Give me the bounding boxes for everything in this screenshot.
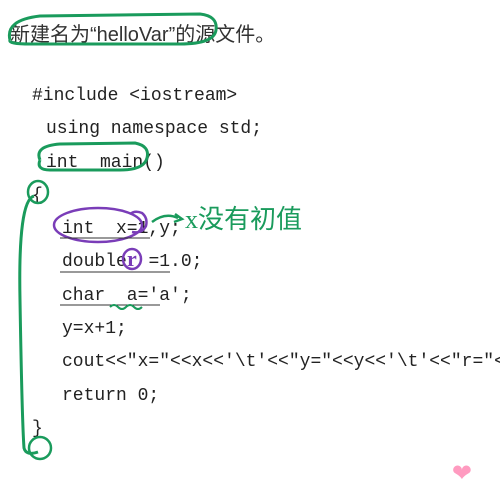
code-6a: double: [62, 252, 138, 272]
code-line-2: using namespace std;: [32, 113, 500, 146]
code-block: #include <iostream> using namespace std;…: [32, 80, 500, 446]
code-line-10: return 0;: [32, 380, 500, 413]
code-5a: int x=1: [62, 219, 148, 239]
code-line-5: int x=1,y;: [32, 213, 500, 246]
heart-icon: ❤: [452, 459, 472, 488]
code-line-4: {: [32, 180, 500, 213]
code-line-6: double =1.0;: [32, 246, 500, 279]
code-line-11: }: [32, 413, 500, 446]
code-line-3: int main(): [32, 147, 500, 180]
code-line-1: #include <iostream>: [32, 80, 500, 113]
title-line: 新建名为“helloVar”的源文件。: [10, 18, 275, 47]
code-line-7: char a='a';: [32, 280, 500, 313]
filename: helloVar: [97, 24, 169, 46]
code-5b: y;: [159, 219, 181, 239]
code-line-9: cout<<"x="<<x<<'\t'<<"y="<<y<<'\t'<<"r="…: [32, 346, 500, 379]
open-quote: “: [90, 24, 97, 46]
code-6b: =1.0;: [148, 252, 202, 272]
title-prefix: 新建名为: [10, 24, 90, 46]
title-suffix: 的源文件。: [175, 24, 275, 46]
code-line-8: y=x+1;: [32, 313, 500, 346]
